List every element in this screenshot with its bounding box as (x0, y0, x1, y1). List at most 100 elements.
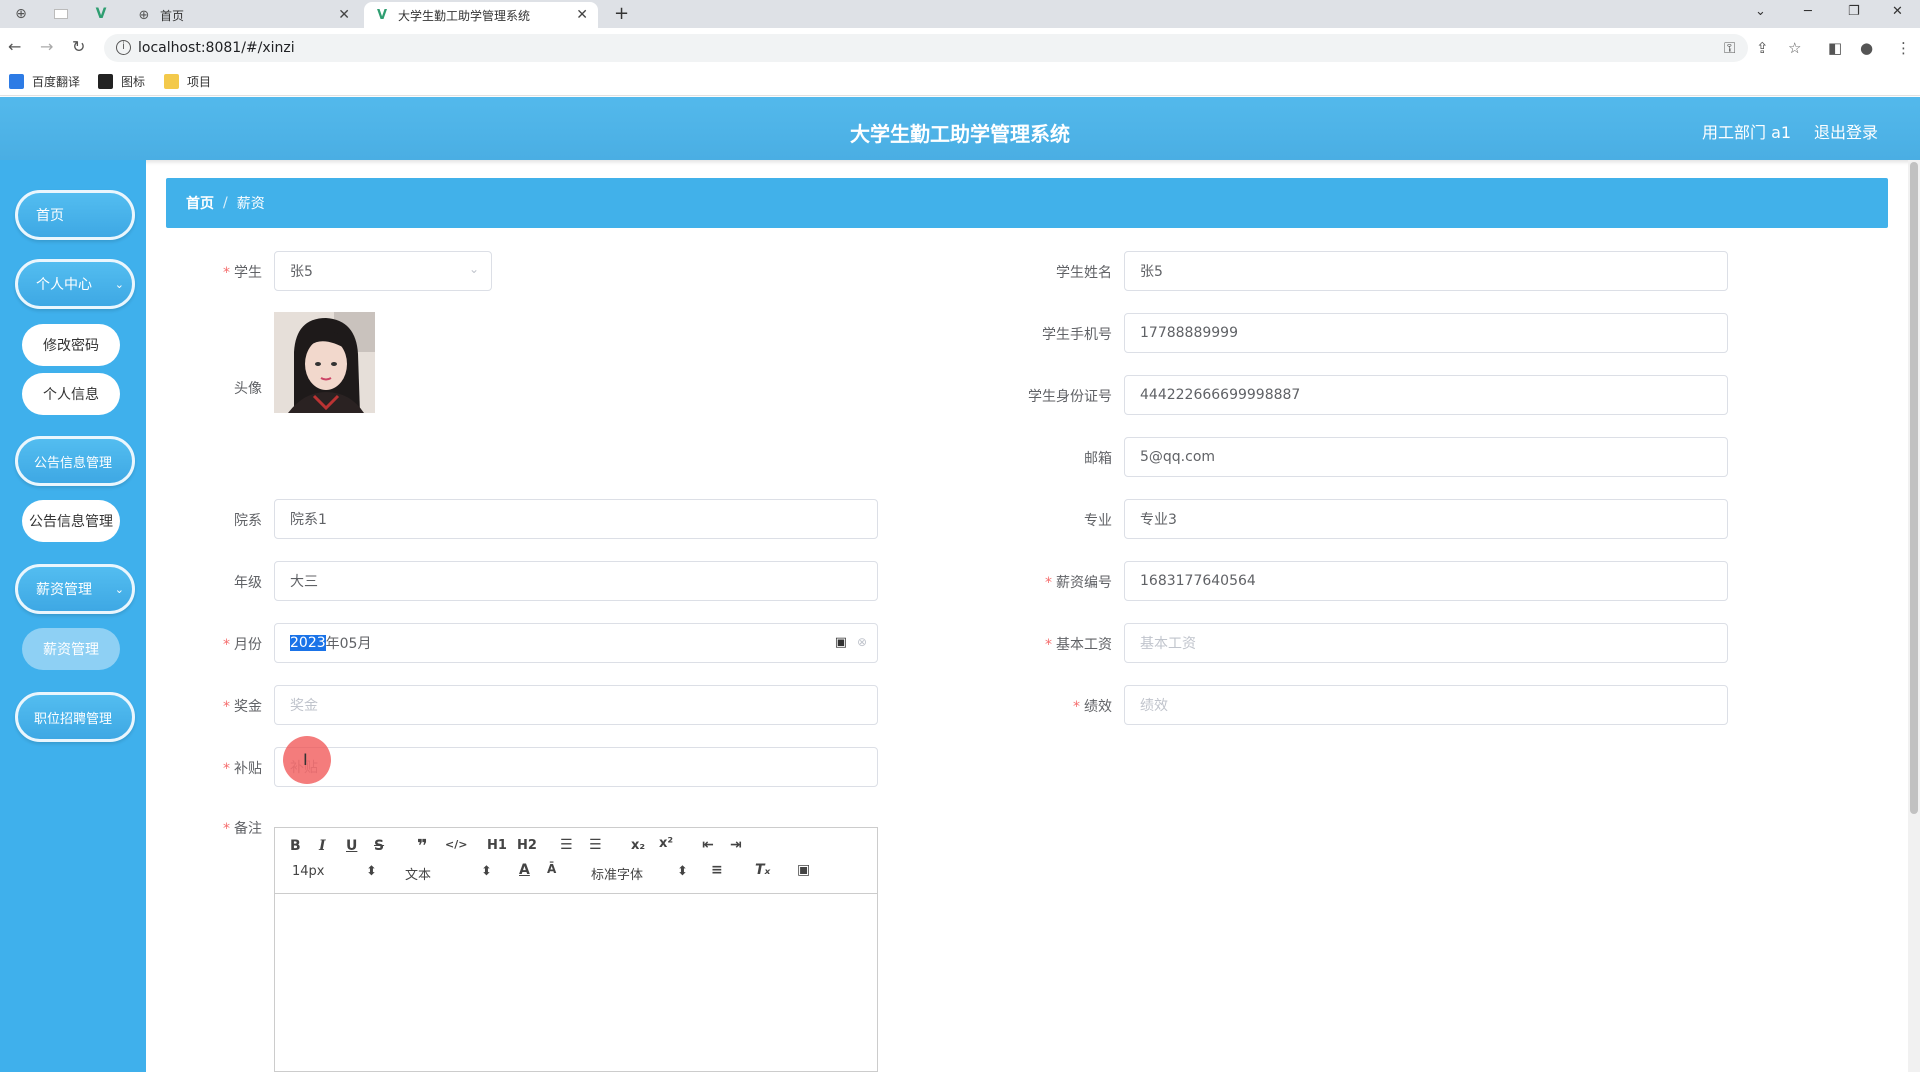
star-icon[interactable]: ☆ (1788, 39, 1801, 57)
bookmark-baidu-translate[interactable]: 百度翻译 (9, 73, 80, 90)
subsidy-input[interactable]: 补贴 (274, 747, 878, 787)
tab-search-icon[interactable]: ⌄ (1755, 4, 1766, 19)
sidebar: 首页 个人中心 ⌄ 修改密码 个人信息 公告信息管理 公告信息管理 薪资管理 ⌄… (0, 160, 146, 1072)
sidebar-sub-salary[interactable]: 薪资管理 (22, 628, 120, 670)
sidebar-sub-notice[interactable]: 公告信息管理 (22, 500, 120, 542)
menu-dots-icon[interactable]: ⋮ (1896, 39, 1911, 57)
font-size-picker[interactable]: 14px ⬍ (292, 864, 377, 879)
editor-content-area[interactable] (275, 894, 877, 1072)
tab-home[interactable]: ⊕ 首页 ✕ (126, 2, 360, 28)
code-block-icon[interactable]: </> (445, 838, 467, 851)
background-color-icon[interactable]: Ā (547, 862, 556, 876)
month-date-input[interactable]: 2023 年05月 ▣ ⊗ (274, 623, 878, 663)
student-select[interactable]: 张5 ⌄ (274, 251, 492, 291)
chevron-updown-icon: ⬍ (366, 864, 377, 879)
chevron-down-icon: ⌄ (114, 277, 124, 291)
translate-icon (9, 74, 24, 89)
breadcrumb-home[interactable]: 首页 (186, 193, 214, 213)
avatar-label: 头像 (234, 381, 262, 397)
globe-icon: ⊕ (138, 7, 150, 23)
sidebar-item-personal[interactable]: 个人中心 ⌄ (15, 259, 135, 309)
close-icon[interactable]: ✕ (338, 7, 350, 23)
salary-no-input[interactable]: 1683177640564 (1124, 561, 1728, 601)
ordered-list-icon[interactable]: ☰ (560, 837, 573, 853)
share-icon[interactable]: ⇪ (1756, 39, 1769, 57)
tab-title: 首页 (160, 8, 185, 23)
pinned-tab-blank[interactable] (46, 2, 76, 26)
sidebar-item-notice[interactable]: 公告信息管理 (15, 436, 135, 486)
outdent-icon[interactable]: ⇤ (702, 837, 714, 853)
vue-icon: V (376, 7, 388, 23)
close-icon[interactable]: ✕ (576, 7, 588, 23)
clear-icon[interactable]: ⊗ (857, 635, 867, 649)
block-type-picker[interactable]: 文本 ⬍ (405, 864, 492, 883)
remark-editor: B I U S ❞ </> H1 H2 ☰ ☰ x₂ x² ⇤ ⇥ 14px ⬍ … (274, 827, 878, 1072)
bonus-input[interactable]: 奖金 (274, 685, 878, 725)
sidebar-item-jobs[interactable]: 职位招聘管理 (15, 692, 135, 742)
base-salary-input[interactable]: 基本工资 (1124, 623, 1728, 663)
chevron-down-icon: ⌄ (114, 582, 124, 596)
sidebar-item-label: 修改密码 (43, 338, 99, 354)
major-input[interactable]: 专业3 (1124, 499, 1728, 539)
forward-icon[interactable]: → (40, 37, 53, 56)
bookmark-icons[interactable]: 图标 (98, 73, 145, 90)
email-input[interactable]: 5@qq.com (1124, 437, 1728, 477)
tab-title: 大学生勤工助学管理系统 (398, 8, 531, 23)
strike-icon[interactable]: S (374, 838, 384, 854)
student-name-input[interactable]: 张5 (1124, 251, 1728, 291)
editor-toolbar: B I U S ❞ </> H1 H2 ☰ ☰ x₂ x² ⇤ ⇥ 14px ⬍ … (275, 828, 877, 894)
id-card-input[interactable]: 444222666699998887 (1124, 375, 1728, 415)
bookmark-project[interactable]: 项目 (164, 73, 211, 90)
site-info-icon[interactable]: i (116, 40, 131, 55)
align-icon[interactable]: ≡ (711, 862, 723, 878)
sidebar-sub-personal-info[interactable]: 个人信息 (22, 373, 120, 415)
superscript-icon[interactable]: x² (659, 836, 673, 851)
sidebar-sub-change-password[interactable]: 修改密码 (22, 324, 120, 366)
underline-icon[interactable]: U (346, 838, 357, 854)
side-panel-icon[interactable]: ◧ (1828, 39, 1842, 57)
back-icon[interactable]: ← (8, 37, 21, 56)
clear-format-icon[interactable]: Tₓ (755, 862, 770, 878)
minimize-icon[interactable]: ─ (1804, 4, 1812, 19)
bold-icon[interactable]: B (290, 838, 301, 854)
performance-input[interactable]: 绩效 (1124, 685, 1728, 725)
bullet-list-icon[interactable]: ☰ (589, 837, 602, 853)
url-field[interactable]: i localhost:8081/#/xinzi (104, 34, 1748, 62)
sidebar-item-salary[interactable]: 薪资管理 ⌄ (15, 564, 135, 614)
month-label: * 月份 (223, 637, 262, 653)
page-scrollbar[interactable] (1908, 160, 1920, 1072)
subscript-icon[interactable]: x₂ (631, 838, 645, 853)
pinned-tab-globe[interactable]: ⊕ (6, 2, 36, 26)
key-icon[interactable]: ⚿ (1724, 39, 1735, 57)
sidebar-item-label: 首页 (36, 208, 64, 224)
close-window-icon[interactable]: ✕ (1892, 4, 1903, 19)
logout-link[interactable]: 退出登录 (1814, 119, 1878, 143)
reload-icon[interactable]: ↻ (72, 37, 85, 56)
pinned-tab-vue[interactable]: V (86, 2, 116, 26)
italic-icon[interactable]: I (319, 838, 326, 854)
grade-input[interactable]: 大三 (274, 561, 878, 601)
url-text: localhost:8081/#/xinzi (138, 40, 295, 56)
new-tab-icon[interactable]: + (614, 3, 629, 24)
font-size-value: 14px (292, 864, 325, 879)
tab-current[interactable]: V 大学生勤工助学管理系统 ✕ (364, 2, 598, 28)
sidebar-item-home[interactable]: 首页 (15, 190, 135, 240)
profile-icon[interactable]: ● (1860, 39, 1873, 57)
indent-icon[interactable]: ⇥ (730, 837, 742, 853)
address-toolbar: ← → ↻ i localhost:8081/#/xinzi ⚿ ⇪ ☆ ◧ ●… (0, 28, 1920, 66)
heading1-icon[interactable]: H1 (487, 838, 507, 853)
remark-label: * 备注 (223, 821, 262, 837)
image-icon[interactable]: ▣ (797, 862, 810, 878)
blockquote-icon[interactable]: ❞ (417, 836, 428, 857)
phone-input[interactable]: 17788889999 (1124, 313, 1728, 353)
scrollbar-thumb[interactable] (1910, 162, 1918, 814)
department-input[interactable]: 院系1 (274, 499, 878, 539)
phone-label: 学生手机号 (1042, 327, 1112, 343)
breadcrumb-current: 薪资 (236, 196, 265, 212)
restore-icon[interactable]: ❐ (1848, 4, 1860, 19)
flag-icon (98, 74, 113, 89)
text-color-icon[interactable]: A (519, 862, 530, 878)
calendar-icon[interactable]: ▣ (835, 635, 847, 650)
heading2-icon[interactable]: H2 (517, 838, 537, 853)
font-family-picker[interactable]: 标准字体 ⬍ (591, 864, 688, 883)
